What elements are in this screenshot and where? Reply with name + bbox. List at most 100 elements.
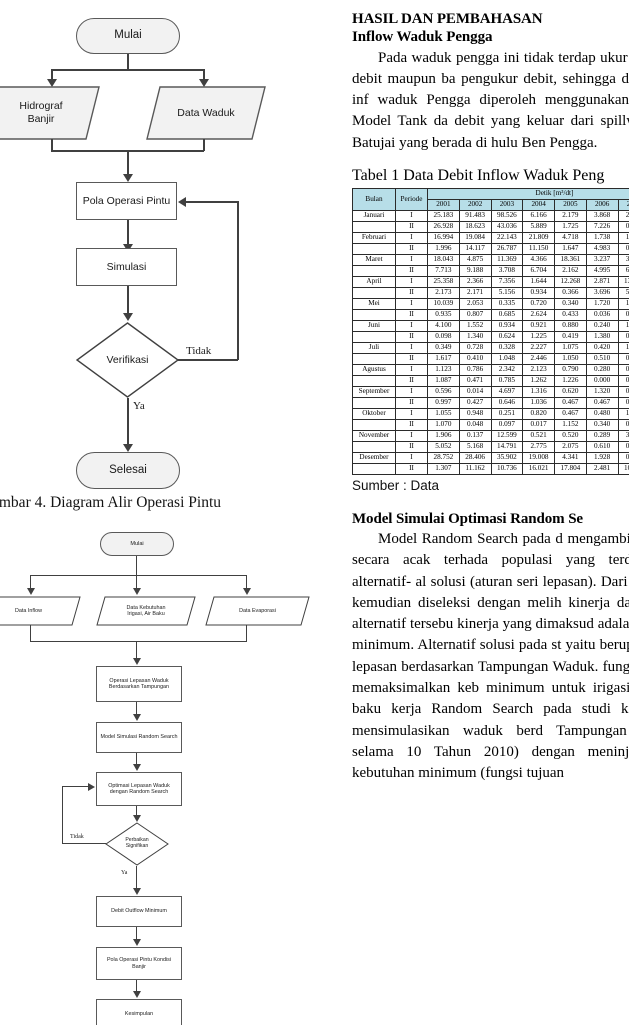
flowchart2-arrow-perbaikan: [132, 815, 141, 822]
table-cell-value-2005: 1.647: [554, 243, 587, 255]
table-cell-value-2004: 2.624: [522, 308, 555, 321]
table-cell-periode: II: [395, 418, 428, 431]
table-row: AprilI25.3582.3667.3561.64412.2682.87113…: [352, 275, 629, 288]
table-cell-value-2005: 12.268: [554, 275, 587, 288]
table-cell-periode: II: [395, 396, 428, 409]
flowchart2-edge-inflow-down: [30, 625, 32, 642]
table-cell-value-2001: 1.087: [427, 374, 460, 387]
table-cell-value-2003: 1.048: [490, 352, 524, 365]
table-cell-value-2003: 2.342: [490, 363, 524, 376]
table-cell-bulan: Januari: [352, 210, 396, 223]
table-cell-value-2001: 16.994: [427, 232, 460, 244]
table-cell-periode: II: [395, 221, 428, 234]
flowchart2-edge-tidak-h: [62, 843, 106, 845]
table-cell-bulan: [352, 221, 396, 234]
table-cell-value-2002: 91.483: [458, 210, 492, 223]
flowchart1-arrow-selesai: [123, 444, 133, 452]
table-cell-value-2003: 5.156: [490, 286, 524, 299]
table-cell-value-2006: 7.226: [585, 221, 619, 234]
table-cell-value-2004: 4.366: [522, 253, 555, 266]
table-cell-value-2002: 0.427: [458, 396, 492, 409]
table-cell-value-2002: 2.366: [458, 275, 492, 288]
table-cell-value-2001: 0.935: [427, 308, 460, 321]
flowchart2-arrow-debit: [132, 888, 141, 895]
table-row: II5.0525.16814.7912.7752.0750.6100.90915…: [352, 440, 629, 453]
flowchart2-node-model-simulasi: Model Simulasi Random Search: [96, 722, 182, 753]
table-cell-value-2004: 2.227: [522, 341, 555, 354]
table-cell-bulan: [352, 308, 396, 321]
table-cell-bulan: [352, 243, 396, 255]
table-cell-value-2001: 25.183: [427, 210, 460, 223]
table-header-year-2003: 2003: [490, 199, 524, 212]
table-cell-periode: II: [395, 440, 428, 453]
table-row: II7.7139.1883.7086.7042.1624.9956.43218.…: [352, 264, 629, 277]
table-cell-value-2003: 0.624: [490, 330, 524, 343]
table-cell-value-2007: 0.597: [617, 308, 629, 321]
flowchart1-node-mulai: Mulai: [76, 18, 180, 54]
table-cell-value-2005: 17.804: [554, 462, 587, 475]
table-cell-value-2002: 19.084: [458, 232, 492, 244]
table-cell-value-2006: 0.610: [585, 440, 619, 453]
table-cell-value-2002: 0.137: [458, 429, 492, 442]
section-heading-hasil-text: HASIL DAN PEMBAHASAN: [352, 11, 543, 27]
table-cell-value-2007: 1.560: [617, 319, 629, 332]
table-cell-periode: II: [395, 264, 428, 277]
table-cell-value-2007: 5.606: [617, 286, 629, 299]
table-cell-value-2007: 0.230: [617, 363, 629, 376]
table-cell-value-2001: 5.052: [427, 440, 460, 453]
flowchart2-node-data-kebutuhan: Data Kebutuhan Irigasi, Air Baku: [96, 596, 196, 626]
flowchart1-ya-text: Ya: [133, 400, 145, 412]
flowchart2-label-kesimpulan: Kesimpulan: [124, 1011, 154, 1018]
table-cell-value-2007: 2.272: [617, 210, 629, 223]
table-cell-value-2003: 7.356: [490, 275, 524, 288]
table-cell-value-2002: 0.948: [458, 407, 492, 420]
flowchart2-arrow-pola: [132, 939, 141, 946]
flowchart2-label-perbaikan-signifikan: Perbaikan Signifikan: [125, 837, 149, 849]
figure-caption-text: ambar 4. Diagram Alir Operasi Pintu: [0, 494, 222, 511]
flowchart1-edge-pola-simulasi: [127, 220, 129, 246]
flowchart2-node-data-inflow: Data Inflow: [0, 596, 81, 626]
table-cell-value-2007: 10.964: [617, 462, 629, 475]
table-cell-bulan: September: [352, 385, 396, 398]
flowchart2-node-pola-operasi-banjir: Pola Operasi Pintu Kondisi Banjir: [96, 947, 182, 980]
table-cell-value-2001: 7.713: [427, 264, 460, 277]
flowchart1-edge-tidak-h: [178, 359, 238, 361]
table-cell-value-2002: 28.406: [458, 451, 492, 464]
table-cell-value-2001: 2.173: [427, 286, 460, 299]
table-cell-value-2006: 4.995: [585, 264, 619, 277]
table-cell-value-2004: 0.934: [522, 286, 555, 299]
flowchart2-arrow-evaporasi: [242, 588, 251, 595]
table-cell-value-2005: 2.179: [554, 210, 587, 223]
flowchart2-label-pola-operasi-banjir: Pola Operasi Pintu Kondisi Banjir: [106, 957, 172, 970]
table-cell-value-2007: 1.025: [617, 341, 629, 354]
table-cell-value-2002: 9.188: [458, 264, 492, 277]
table-cell-value-2006: 0.280: [585, 363, 619, 376]
table-cell-value-2004: 0.921: [522, 319, 555, 332]
flowchart2-node-debit-outflow: Debit Outflow Minimum: [96, 896, 182, 927]
table-cell-periode: I: [395, 297, 428, 310]
table-row: OktoberI1.0550.9480.2510.8200.4670.4801.…: [352, 407, 629, 420]
flowchart-operasi-pintu: Mulai Hidrograf Banjir Data Waduk Pola O…: [0, 0, 330, 500]
table-cell-value-2002: 5.168: [458, 440, 492, 453]
table-cell-value-2007: 0.322: [617, 330, 629, 343]
table-cell-periode: II: [395, 286, 428, 299]
table-cell-periode: I: [395, 363, 428, 376]
table-cell-value-2005: 0.419: [554, 330, 587, 343]
flowchart2-node-operasi-lepasan: Operasi Lepasan Waduk Berdasarkan Tampun…: [96, 666, 182, 702]
table-cell-value-2005: 4.718: [554, 232, 587, 244]
flowchart2-edge-tidak-back: [62, 786, 88, 788]
table-cell-value-2007: 0.126: [617, 221, 629, 234]
table-cell-value-2002: 0.786: [458, 363, 492, 376]
table-header-row-1: Bulan Periode Detik [m³/dt]: [352, 188, 629, 212]
flowchart2-edge-split-bar: [30, 575, 247, 577]
flowchart1-tidak-text: Tidak: [186, 345, 212, 357]
table-row: II1.6170.4101.0482.4461.0500.5100.5690.6…: [352, 352, 629, 365]
table-cell-value-2007: 0.230: [617, 418, 629, 431]
table-cell-value-2007: 13.973: [617, 275, 629, 288]
flowchart2-label-debit-outflow: Debit Outflow Minimum: [111, 908, 167, 915]
table-cell-value-2005: 0.880: [554, 319, 587, 332]
flowchart2-edge-tidak-v: [62, 786, 64, 844]
table-cell-value-2001: 4.100: [427, 319, 460, 332]
table-cell-periode: I: [395, 210, 428, 223]
table-cell-value-2006: 3.237: [585, 253, 619, 266]
